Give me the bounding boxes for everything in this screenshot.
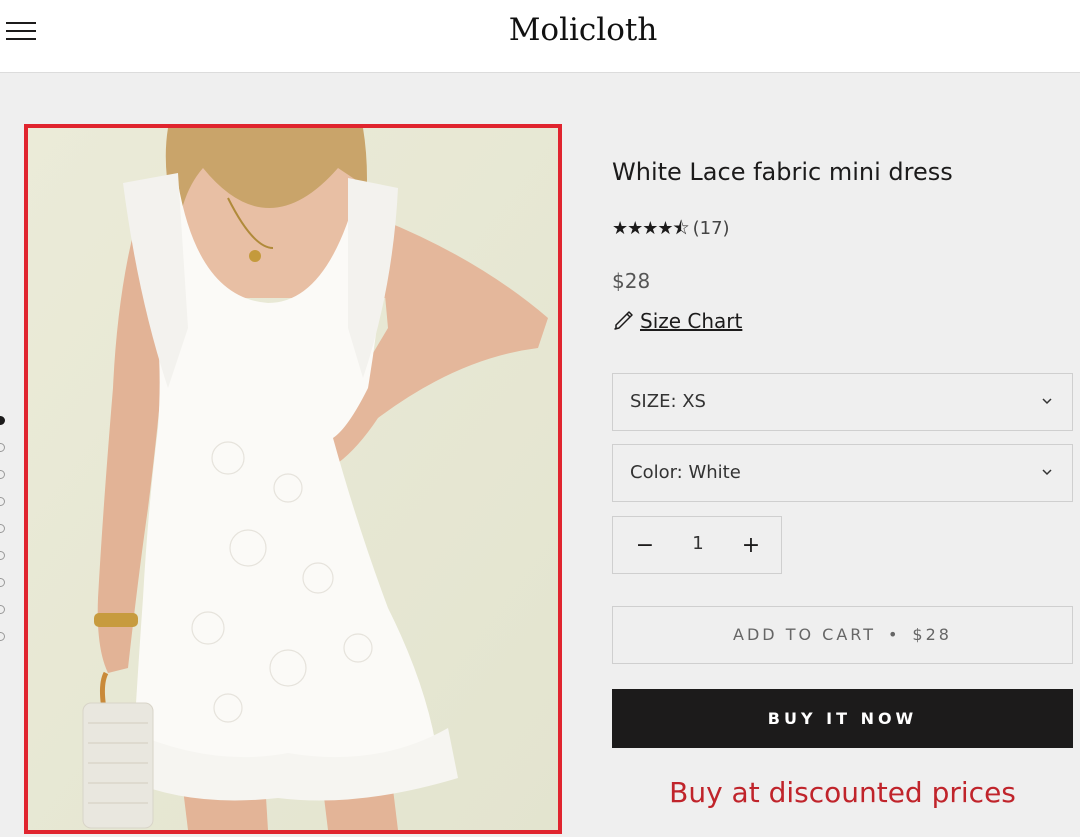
chevron-down-icon	[1042, 469, 1052, 476]
star-rating-icon: ★★★★⯪	[612, 218, 690, 239]
gallery-dot[interactable]	[0, 605, 5, 614]
rating-count: (17)	[692, 218, 730, 239]
product-price: $28	[612, 269, 651, 293]
brand-logo[interactable]: Molicloth	[0, 12, 1080, 48]
size-chart-label[interactable]: Size Chart	[640, 309, 742, 333]
add-to-cart-price: $28	[912, 625, 952, 644]
quantity-stepper: − 1 +	[612, 516, 782, 574]
gallery-dot[interactable]	[0, 416, 5, 425]
chevron-down-icon	[1042, 398, 1052, 405]
product-title: White Lace fabric mini dress	[612, 158, 953, 186]
gallery-dot[interactable]	[0, 497, 5, 506]
gallery-dot[interactable]	[0, 578, 5, 587]
add-to-cart-button[interactable]: ADD TO CART • $28	[612, 606, 1073, 664]
color-select-value: Color: White	[630, 462, 741, 483]
product-rating[interactable]: ★★★★⯪ (17)	[612, 216, 730, 246]
color-select[interactable]: Color: White	[612, 444, 1073, 502]
gallery-dot[interactable]	[0, 470, 5, 479]
product-image[interactable]	[24, 124, 562, 834]
quantity-value[interactable]: 1	[683, 533, 713, 554]
separator-dot: •	[887, 625, 901, 644]
buy-it-now-button[interactable]: BUY IT NOW	[612, 689, 1073, 748]
size-select-value: SIZE: XS	[630, 391, 706, 412]
gallery-dot[interactable]	[0, 551, 5, 560]
size-chart-link[interactable]: Size Chart	[612, 308, 742, 333]
gallery-dot[interactable]	[0, 443, 5, 452]
decrease-quantity-button[interactable]: −	[630, 531, 660, 561]
gallery-dot[interactable]	[0, 632, 5, 641]
size-select[interactable]: SIZE: XS	[612, 373, 1073, 431]
promo-text: Buy at discounted prices	[669, 776, 1016, 809]
add-to-cart-label: ADD TO CART	[733, 625, 876, 644]
ruler-pencil-icon	[614, 311, 633, 330]
gallery-dots	[0, 416, 8, 659]
site-header: Molicloth	[0, 0, 1080, 73]
gallery-dot[interactable]	[0, 524, 5, 533]
dress-photo	[28, 128, 558, 830]
increase-quantity-button[interactable]: +	[736, 531, 766, 561]
